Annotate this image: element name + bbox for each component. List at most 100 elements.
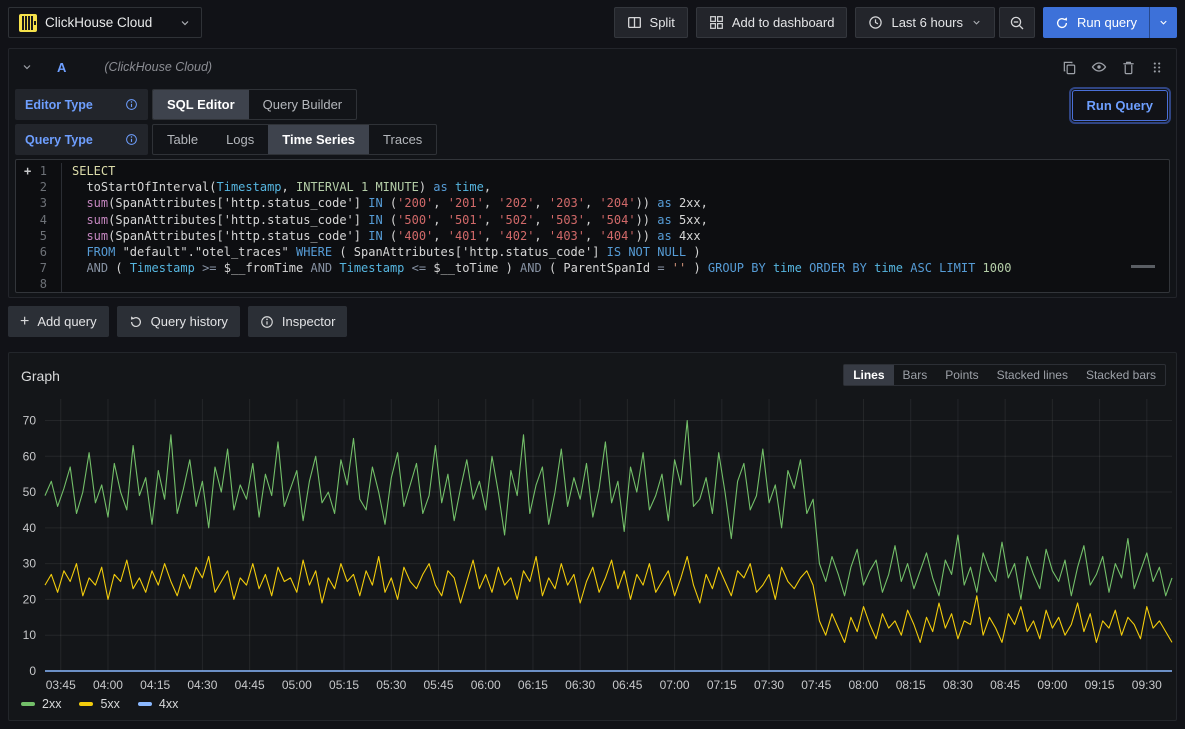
svg-text:06:15: 06:15: [518, 678, 548, 692]
clock-icon: [868, 15, 883, 30]
sql-line-3[interactable]: 3 sum(SpanAttributes['http.status_code']…: [16, 195, 1169, 211]
svg-text:05:00: 05:00: [282, 678, 312, 692]
legend-label: 4xx: [159, 697, 178, 711]
svg-text:08:45: 08:45: [990, 678, 1020, 692]
editor-type-options: SQL EditorQuery Builder: [152, 89, 357, 120]
query-type-option-logs[interactable]: Logs: [212, 125, 268, 154]
line-number: 6: [16, 244, 62, 260]
add-query-label: Add query: [37, 314, 96, 329]
legend-item-5xx[interactable]: 5xx: [79, 697, 119, 711]
add-to-dashboard-button[interactable]: Add to dashboard: [696, 7, 848, 38]
run-query-label: Run query: [1077, 15, 1137, 30]
horizontal-scrollbar[interactable]: [1131, 265, 1155, 268]
trash-icon[interactable]: [1121, 60, 1136, 75]
svg-text:09:15: 09:15: [1085, 678, 1115, 692]
time-range-label: Last 6 hours: [891, 15, 963, 30]
editor-type-option-sql-editor[interactable]: SQL Editor: [153, 90, 249, 119]
svg-text:0: 0: [29, 664, 36, 678]
time-picker-group: Last 6 hours: [855, 7, 1035, 38]
run-query-dropdown-button[interactable]: [1149, 7, 1177, 38]
svg-text:09:30: 09:30: [1132, 678, 1162, 692]
query-type-option-traces[interactable]: Traces: [369, 125, 436, 154]
topbar: ClickHouse Cloud Split Add to dashboard …: [0, 0, 1185, 44]
svg-text:04:15: 04:15: [140, 678, 170, 692]
sql-line-7[interactable]: 7 AND ( Timestamp >= $__fromTime AND Tim…: [16, 260, 1169, 276]
clickhouse-logo-icon: [19, 14, 37, 32]
line-number: 8: [16, 276, 62, 292]
magnifier-minus-icon: [1009, 15, 1025, 31]
query-type-options: TableLogsTime SeriesTraces: [152, 124, 437, 155]
svg-text:40: 40: [23, 521, 37, 535]
info-circle-icon[interactable]: [125, 98, 138, 111]
time-series-chart[interactable]: 01020304050607003:4504:0004:1504:3004:45…: [9, 353, 1176, 720]
query-type-option-time-series[interactable]: Time Series: [268, 125, 369, 154]
sql-line-8[interactable]: 8: [16, 276, 1169, 292]
line-number: 4: [16, 212, 62, 228]
query-type-label: Query Type: [15, 124, 148, 155]
svg-text:60: 60: [23, 449, 37, 463]
sql-line-5[interactable]: 5 sum(SpanAttributes['http.status_code']…: [16, 228, 1169, 244]
info-circle-icon: [260, 315, 274, 329]
chevron-down-icon: [1158, 17, 1169, 28]
glyph-plus-icon[interactable]: +: [24, 163, 31, 179]
split-label: Split: [650, 15, 675, 30]
chart-legend: 2xx 5xx 4xx: [21, 697, 178, 711]
legend-item-2xx[interactable]: 2xx: [21, 697, 61, 711]
editor-type-option-query-builder[interactable]: Query Builder: [249, 90, 356, 119]
query-history-label: Query history: [151, 314, 228, 329]
explore-actions: + Add query Query history Inspector: [8, 306, 347, 337]
run-query-button[interactable]: Run query: [1043, 7, 1149, 38]
line-number: 5: [16, 228, 62, 244]
query-row-actions: [1062, 59, 1164, 75]
legend-swatch: [21, 702, 35, 706]
plus-icon: +: [20, 314, 29, 330]
sql-code-lines: +1SELECT2 toStartOfInterval(Timestamp, I…: [16, 160, 1169, 293]
zoom-out-button[interactable]: [999, 7, 1035, 38]
sql-line-4[interactable]: 4 sum(SpanAttributes['http.status_code']…: [16, 212, 1169, 228]
inspector-button[interactable]: Inspector: [248, 306, 347, 337]
add-to-dashboard-label: Add to dashboard: [732, 15, 835, 30]
split-icon: [627, 15, 642, 30]
inspector-label: Inspector: [282, 314, 335, 329]
add-query-button[interactable]: + Add query: [8, 306, 109, 337]
svg-text:06:30: 06:30: [565, 678, 595, 692]
eye-icon[interactable]: [1091, 59, 1107, 75]
run-query-split-button: Run query: [1043, 7, 1177, 38]
svg-text:05:45: 05:45: [423, 678, 453, 692]
duplicate-icon[interactable]: [1062, 60, 1077, 75]
svg-text:70: 70: [23, 413, 37, 427]
query-datasource-hint: (ClickHouse Cloud): [104, 60, 212, 74]
datasource-label: ClickHouse Cloud: [45, 15, 171, 30]
svg-text:07:45: 07:45: [801, 678, 831, 692]
sql-line-6[interactable]: 6 FROM "default"."otel_traces" WHERE ( S…: [16, 244, 1169, 260]
time-range-button[interactable]: Last 6 hours: [855, 7, 995, 38]
run-query-inline-button[interactable]: Run Query: [1072, 90, 1168, 121]
topbar-actions: Split Add to dashboard Last 6 hours: [614, 7, 1177, 38]
query-history-button[interactable]: Query history: [117, 306, 240, 337]
query-row-header: A (ClickHouse Cloud): [9, 49, 1176, 85]
svg-text:04:45: 04:45: [235, 678, 265, 692]
query-ref-id[interactable]: A: [57, 60, 66, 75]
explore-page: ClickHouse Cloud Split Add to dashboard …: [0, 0, 1185, 729]
line-number: 7: [16, 260, 62, 276]
datasource-picker[interactable]: ClickHouse Cloud: [8, 7, 202, 38]
line-number: 2: [16, 179, 62, 195]
svg-text:20: 20: [23, 592, 37, 606]
query-type-option-table[interactable]: Table: [153, 125, 212, 154]
chevron-down-icon: [179, 17, 191, 29]
legend-label: 5xx: [100, 697, 119, 711]
line-number: +1: [16, 163, 62, 179]
info-circle-icon[interactable]: [125, 133, 138, 146]
legend-item-4xx[interactable]: 4xx: [138, 697, 178, 711]
sql-code-editor[interactable]: +1SELECT2 toStartOfInterval(Timestamp, I…: [15, 159, 1170, 293]
query-editor-card: A (ClickHouse Cloud) Editor Type SQL Edi…: [8, 48, 1177, 298]
sql-line-2[interactable]: 2 toStartOfInterval(Timestamp, INTERVAL …: [16, 179, 1169, 195]
collapse-chevron-icon[interactable]: [21, 61, 33, 73]
legend-swatch: [138, 702, 152, 706]
split-button[interactable]: Split: [614, 7, 688, 38]
svg-text:08:30: 08:30: [943, 678, 973, 692]
chevron-down-icon: [971, 17, 982, 28]
graph-panel: Graph LinesBarsPointsStacked linesStacke…: [8, 352, 1177, 721]
sql-line-1[interactable]: +1SELECT: [16, 163, 1169, 179]
drag-handle-icon[interactable]: [1150, 60, 1164, 75]
